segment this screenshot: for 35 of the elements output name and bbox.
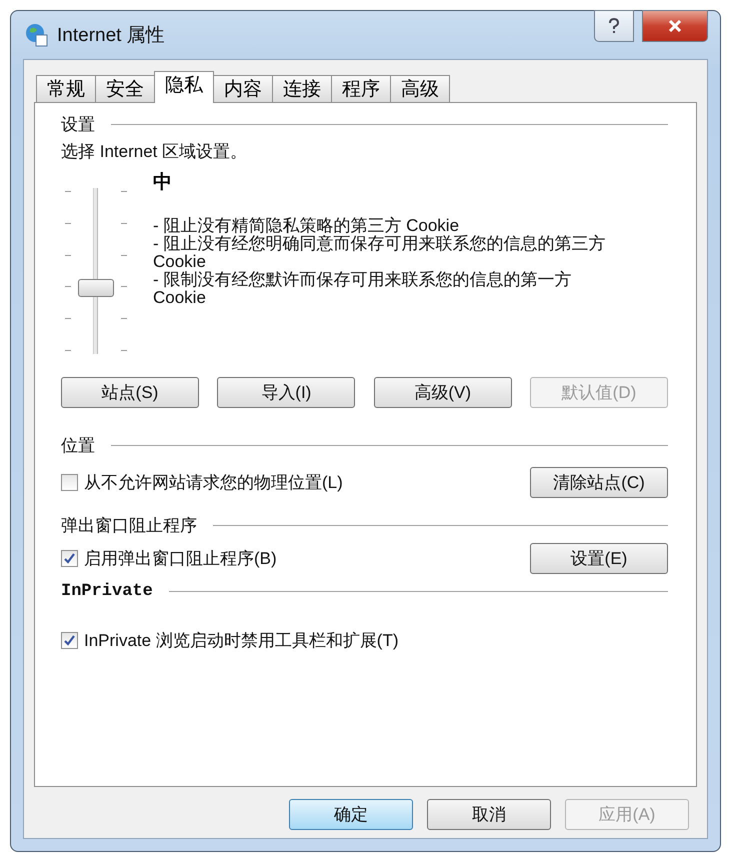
prompt-text: 选择 Internet 区域设置。 [61,141,248,163]
popup-settings-button[interactable]: 设置(E) [530,543,668,574]
tab[interactable]: 程序 [331,75,391,102]
check-icon [63,552,76,565]
settings-button[interactable]: 站点(S) [61,377,199,408]
slider-thumb[interactable] [78,278,114,297]
check-icon [63,634,76,647]
help-button[interactable] [594,10,634,42]
settings-button[interactable]: 高级(V) [374,377,512,408]
settings-button[interactable]: 导入(I) [217,377,356,408]
tab[interactable]: 隐私 [154,71,214,103]
section-heading: 位置 [61,435,95,457]
checkbox[interactable]: 从不允许网站请求您的物理位置(L) [61,471,343,494]
globe-icon [25,23,49,47]
description-line: - 阻止没有经您明确同意而保存可用来联系您的信息的第三方 Cookie [153,235,606,271]
tab[interactable]: 连接 [272,75,332,102]
tab[interactable]: 高级 [390,75,450,102]
section-heading: 设置 [61,114,95,136]
description-line: - 阻止没有精简隐私策略的第三方 Cookie [153,217,460,235]
section-heading: InPrivate [61,582,153,601]
checkbox[interactable]: 启用弹出窗口阻止程序(B) [61,547,277,570]
section-heading: 弹出窗口阻止程序 [61,515,197,537]
tab[interactable]: 常规 [36,75,96,102]
tab[interactable]: 安全 [95,75,155,102]
dialog-button[interactable]: 确定 [289,799,413,830]
close-button[interactable] [642,10,708,42]
level-name: 中 [153,171,173,195]
description-line: - 限制没有经您默许而保存可用来联系您的信息的第一方 Cookie [153,271,572,307]
dialog-button[interactable]: 取消 [427,799,551,830]
checkbox[interactable]: InPrivate 浏览启动时禁用工具栏和扩展(T) [61,629,399,652]
clear-sites-button[interactable]: 清除站点(C) [530,467,668,498]
window-title: Internet 属性 [57,24,166,48]
close-icon [668,20,682,32]
help-icon [608,18,620,34]
tab[interactable]: 内容 [213,75,273,102]
